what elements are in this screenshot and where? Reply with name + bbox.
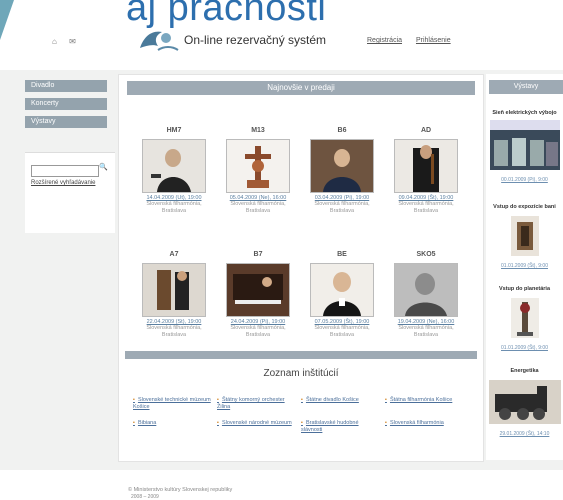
exhibition-date[interactable]: 29.01.2009 (Št), 14:10 [486,431,563,437]
event-venue: Slovenská filharmónia, Bratislava [398,201,454,214]
event-venue: Slovenská filharmónia, Bratislava [146,325,202,338]
institution-link[interactable]: Slovenská filharmónia [385,420,475,427]
event-code: SKO5 [416,251,436,258]
exhibition-date[interactable]: 01.01.2009 (Št), 9:00 [486,345,563,351]
event-venue: Slovenská filharmónia, Bratislava [398,325,454,338]
logo-text: On-line rezervačný systém [184,33,327,47]
advanced-search-link[interactable]: Rozšírené vyhľadávanie [31,180,95,186]
exhibition-title: Sieň elektrických výbojo [492,110,557,116]
logo-icon [140,31,179,51]
event-code: A7 [169,251,179,258]
exhibition-date[interactable]: 00.01.2009 (Pi), 9:00 [486,177,563,183]
exhibition-photo[interactable] [510,216,539,256]
event-photo[interactable] [394,263,458,317]
main-content: Najnovšie v predaji HM7 14.04.2009 (Ut),… [118,74,484,462]
institution-link[interactable]: Bratislavské hudobné slávnosti [301,420,381,434]
footer-years: 2008 – 2009 [131,494,159,500]
exhibition-item[interactable]: Energetika 29.01.2009 (Št), 14:10 [486,368,563,437]
event-photo[interactable] [226,139,290,193]
exhibition-title: Vstup do expozície bani [493,204,556,210]
event-venue: Slovenská filharmónia, Bratislava [314,325,370,338]
exhibition-photo[interactable] [489,120,560,170]
event-photo[interactable] [394,139,458,193]
institution-link[interactable]: Bibiana [133,420,213,427]
event-venue: Slovenská filharmónia, Bratislava [230,201,286,214]
header-links: Registrácia Prihlásenie [367,37,463,44]
left-navigation: Divadlo Koncerty Výstavy [25,80,107,134]
header: aj pracnosti On-line rezervačný systém ⌂… [0,0,563,70]
event-photo[interactable] [142,139,206,193]
nav-theatre[interactable]: Divadlo [25,80,107,92]
login-link[interactable]: Prihlásenie [416,37,451,44]
institution-link[interactable]: Štátna filharmónia Košice [385,397,475,404]
event-code: B6 [337,127,347,134]
event-venue: Slovenská filharmónia, Bratislava [230,325,286,338]
institutions-title: Zoznam inštitúcií [263,368,339,379]
exhibition-photo[interactable] [488,380,561,424]
event-card[interactable]: AD 09.04.2009 (Št), 19:00 Slovenská filh… [388,127,464,215]
event-venue: Slovenská filharmónia, Bratislava [314,201,370,214]
nav-exhibitions[interactable]: Výstavy [25,116,107,128]
institution-link[interactable]: Štátny komorný orchester Žilina [217,397,297,411]
event-card[interactable]: B7 24.04.2009 (Pi), 19:00 Slovenská filh… [220,251,296,339]
register-link[interactable]: Registrácia [367,37,402,44]
header-icons: ⌂ ✉ [52,37,86,46]
event-code: B7 [253,251,263,258]
nav-concerts[interactable]: Koncerty [25,98,107,110]
institution-link[interactable]: Slovenské národné múzeum [217,420,297,427]
event-photo[interactable] [310,139,374,193]
event-card[interactable]: A7 22.04.2009 (St), 19:00 Slovenská filh… [136,251,212,339]
exhibition-date[interactable]: 01.01.2009 (Št), 9:00 [486,263,563,269]
exhibition-title: Energetika [510,368,539,374]
event-code: AD [420,127,432,134]
search-input[interactable] [31,165,99,177]
event-photo[interactable] [226,263,290,317]
event-venue: Slovenská filharmónia, Bratislava [146,201,202,214]
event-card[interactable]: M13 05.04.2009 (Ne), 16:00 Slovenská fil… [220,127,296,215]
exhibition-item[interactable]: Sieň elektrických výbojo 00.01.2009 (Pi)… [486,110,563,183]
institution-link[interactable]: Štátne divadlo Košice [301,397,381,404]
event-photo[interactable] [310,263,374,317]
exhibition-photo[interactable] [510,298,539,338]
institutions-band [125,351,477,359]
right-sidebar: Výstavy Sieň elektrických výbojo 00.01.2… [486,74,563,460]
event-card[interactable]: B6 03.04.2009 (Pi), 19:00 Slovenská filh… [304,127,380,215]
event-code: M13 [251,127,265,134]
event-code: BE [337,251,347,258]
event-card[interactable]: SKO5 19.04.2009 (Ne), 16:00 Slovenská fi… [388,251,464,339]
exhibition-item[interactable]: Vstup do expozície bani 01.01.2009 (Št),… [486,204,563,269]
footer: © Ministerstvo kultúry Slovenskej republ… [0,470,563,500]
corner-decoration [0,0,14,40]
event-photo[interactable] [142,263,206,317]
exhibitions-heading: Výstavy [489,80,563,94]
mail-icon[interactable]: ✉ [69,37,76,46]
search-icon[interactable]: 🔍 [99,163,108,171]
search-panel: 🔍 Rozšírené vyhľadávanie [25,152,115,233]
footer-copyright: © Ministerstvo kultúry Slovenskej republ… [128,487,233,493]
event-card[interactable]: HM7 14.04.2009 (Ut), 19:00 Slovenská fil… [136,127,212,215]
home-icon[interactable]: ⌂ [52,37,57,46]
event-card[interactable]: BE 07.05.2009 (Št), 19:00 Slovenská filh… [304,251,380,339]
exhibition-title: Vstup do planetária [498,286,551,292]
exhibition-item[interactable]: Vstup do planetária 01.01.2009 (Št), 9:0… [486,286,563,351]
newest-heading: Najnovšie v predaji [127,81,475,95]
event-code: HM7 [166,127,182,134]
institution-link[interactable]: Slovenské technické múzeum Košice [133,397,213,411]
